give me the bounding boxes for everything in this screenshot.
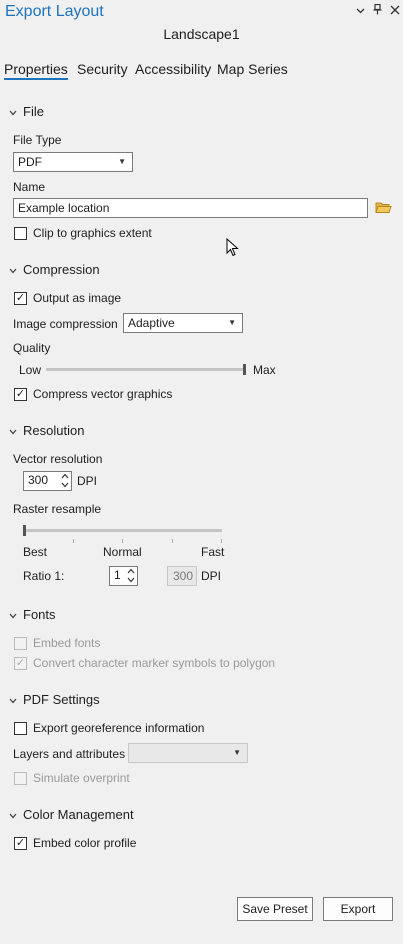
file-section-header[interactable]: File — [9, 104, 44, 119]
file-type-select[interactable]: PDF ▼ — [13, 152, 133, 172]
resample-fast-label: Fast — [201, 545, 225, 559]
spin-down-icon[interactable] — [61, 482, 69, 491]
resample-best-label: Best — [23, 545, 48, 559]
ratio-dpi-unit: DPI — [201, 569, 222, 583]
quality-slider-thumb[interactable] — [243, 364, 246, 375]
dropdown-arrow-icon: ▼ — [118, 157, 126, 166]
ratio-spinner[interactable]: 1 — [109, 566, 138, 586]
vector-resolution-spinner[interactable]: 300 — [23, 471, 72, 491]
file-type-value: PDF — [18, 155, 42, 169]
name-value: Example location — [18, 201, 110, 215]
overprint-checkbox — [14, 772, 27, 785]
ratio-value: 1 — [114, 568, 121, 582]
section-title: Resolution — [23, 423, 85, 438]
embed-fonts-label: Embed fonts — [33, 636, 101, 650]
fonts-section-header[interactable]: Fonts — [9, 607, 56, 622]
chevron-down-icon — [9, 811, 18, 821]
tab-map-series[interactable]: Map Series — [217, 61, 288, 77]
output-as-image-label: Output as image — [33, 291, 122, 305]
chevron-down-icon — [9, 108, 18, 118]
embed-color-profile-checkbox[interactable]: ✓ — [14, 837, 27, 850]
section-title: PDF Settings — [23, 692, 100, 707]
resample-slider-thumb[interactable] — [23, 525, 26, 536]
quality-max-label: Max — [253, 363, 276, 377]
vector-resolution-label: Vector resolution — [13, 452, 103, 466]
output-as-image-checkbox[interactable]: ✓ — [14, 292, 27, 305]
layout-name: Landscape1 — [163, 26, 240, 42]
file-type-label: File Type — [13, 133, 62, 147]
compress-vector-checkbox[interactable]: ✓ — [14, 388, 27, 401]
tab-security[interactable]: Security — [77, 61, 128, 77]
tab-properties[interactable]: Properties — [4, 61, 68, 80]
chevron-down-icon — [9, 266, 18, 276]
clip-label: Clip to graphics extent — [33, 226, 152, 240]
section-title: Fonts — [23, 607, 56, 622]
spin-down-icon[interactable] — [127, 577, 135, 586]
vector-resolution-unit: DPI — [77, 474, 98, 488]
spin-up-icon[interactable] — [61, 473, 69, 482]
section-title: Color Management — [23, 807, 134, 822]
color-management-section-header[interactable]: Color Management — [9, 807, 134, 822]
embed-fonts-checkbox — [14, 637, 27, 650]
ratio-dpi-field: 300 — [167, 566, 197, 586]
pane-title: Export Layout — [5, 3, 104, 20]
image-compression-value: Adaptive — [128, 316, 175, 330]
convert-markers-label: Convert character marker symbols to poly… — [33, 656, 276, 670]
overprint-label: Simulate overprint — [33, 771, 130, 785]
georef-checkbox[interactable] — [14, 722, 27, 735]
compression-section-header[interactable]: Compression — [9, 262, 100, 277]
raster-resample-label: Raster resample — [13, 502, 102, 516]
section-title: Compression — [23, 262, 100, 277]
georef-label: Export georeference information — [33, 721, 205, 735]
browse-folder-icon[interactable] — [375, 201, 392, 217]
pdf-settings-section-header[interactable]: PDF Settings — [9, 692, 100, 707]
name-label: Name — [13, 180, 46, 194]
quality-low-label: Low — [19, 363, 42, 377]
save-preset-button[interactable]: Save Preset — [237, 897, 313, 921]
ratio-dpi-value: 300 — [172, 569, 193, 583]
clip-checkbox[interactable] — [14, 227, 27, 240]
tab-accessibility[interactable]: Accessibility — [135, 61, 211, 77]
options-menu-icon[interactable] — [356, 4, 365, 18]
vector-resolution-value: 300 — [28, 473, 49, 487]
quality-slider-track[interactable] — [46, 368, 246, 371]
quality-label: Quality — [13, 341, 51, 355]
name-input[interactable]: Example location — [13, 198, 368, 218]
image-compression-label: Image compression — [13, 317, 118, 331]
dropdown-arrow-icon: ▼ — [233, 748, 241, 757]
chevron-down-icon — [9, 611, 18, 621]
section-title: File — [23, 104, 44, 119]
resample-normal-label: Normal — [103, 545, 142, 559]
close-icon[interactable] — [390, 4, 400, 18]
layers-attributes-label: Layers and attributes — [13, 747, 126, 761]
ratio-label: Ratio 1: — [23, 569, 65, 583]
compress-vector-label: Compress vector graphics — [33, 387, 173, 401]
embed-color-profile-label: Embed color profile — [33, 836, 137, 850]
pin-icon[interactable] — [373, 3, 382, 18]
dropdown-arrow-icon: ▼ — [228, 318, 236, 327]
chevron-down-icon — [9, 427, 18, 437]
spin-up-icon[interactable] — [127, 568, 135, 577]
convert-markers-checkbox: ✓ — [14, 657, 27, 670]
resample-slider-track[interactable] — [23, 529, 222, 532]
layers-attributes-select: ▼ — [128, 743, 248, 763]
export-button[interactable]: Export — [323, 897, 393, 921]
resolution-section-header[interactable]: Resolution — [9, 423, 84, 438]
chevron-down-icon — [9, 696, 18, 706]
mouse-cursor-icon — [226, 237, 240, 261]
image-compression-select[interactable]: Adaptive ▼ — [123, 313, 243, 333]
